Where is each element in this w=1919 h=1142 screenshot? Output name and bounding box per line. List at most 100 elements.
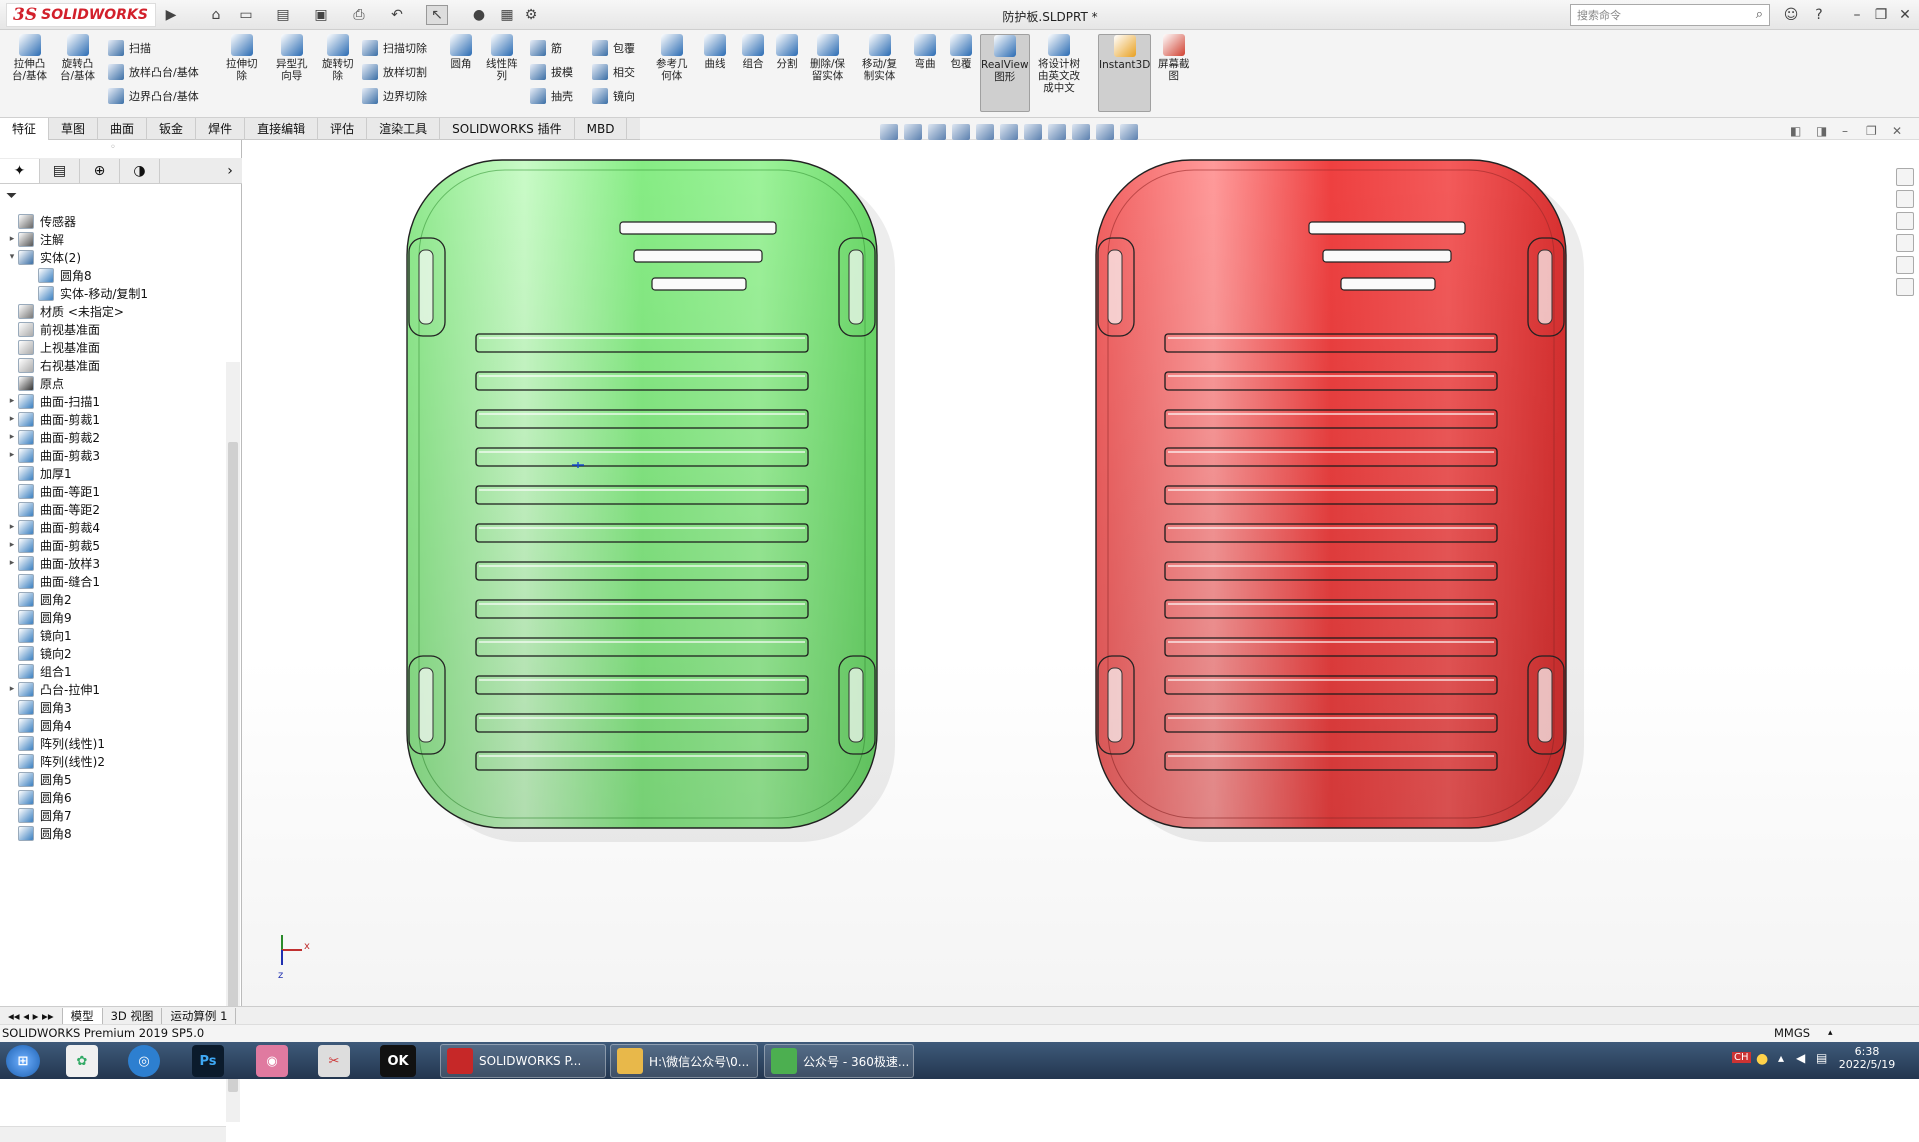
network-icon[interactable]: ▤	[1816, 1051, 1827, 1065]
screenshot-button[interactable]: 屏幕截图	[1158, 34, 1190, 82]
tree-node[interactable]: 曲面-缝合1	[0, 572, 226, 590]
tab-1[interactable]: 草图	[49, 118, 99, 140]
graphics-area[interactable]: x z	[242, 140, 1919, 1006]
display-manager-tab-icon[interactable]: ◑	[120, 158, 160, 183]
tree-node[interactable]: 阵列(线性)1	[0, 734, 226, 752]
view-palette-icon[interactable]	[1896, 234, 1914, 252]
volume-icon[interactable]: ◀	[1796, 1051, 1805, 1065]
file-properties-icon[interactable]: ▦	[496, 5, 518, 25]
app-icon-1[interactable]: ✿	[66, 1045, 98, 1077]
tree-node[interactable]: 加厚1	[0, 464, 226, 482]
tree-node[interactable]: 圆角2	[0, 590, 226, 608]
tree-node[interactable]: 圆角8	[0, 824, 226, 842]
input-language[interactable]: CH	[1732, 1052, 1751, 1063]
split-button[interactable]: 分割	[776, 34, 798, 70]
home-icon[interactable]: ⌂	[205, 5, 227, 25]
user-icon[interactable]: ☺	[1780, 5, 1802, 25]
save-icon[interactable]: ▣	[310, 5, 332, 25]
tree-to-doc-button[interactable]: 将设计树 由英文改 成中文	[1038, 34, 1080, 94]
options-gear-icon[interactable]: ⚙	[520, 5, 542, 25]
nav-arrows[interactable]: ◂◂ ◂ ▸ ▸▸	[0, 1007, 63, 1024]
taskbar-task[interactable]: SOLIDWORKS P...	[440, 1044, 606, 1078]
boundary-boss-button[interactable]: 边界凸台/基体	[108, 86, 199, 106]
tray-expand-icon[interactable]: ▴	[1778, 1051, 1784, 1065]
tree-horizontal-scrollbar[interactable]	[0, 1126, 226, 1142]
tab-0[interactable]: 特征	[0, 118, 50, 140]
new-document-icon[interactable]: ▭	[235, 5, 257, 25]
menu-arrow-icon[interactable]: ▶	[160, 5, 182, 25]
tree-node[interactable]: 镜向2	[0, 644, 226, 662]
minimize-window-icon[interactable]: –	[1846, 5, 1868, 25]
reference-geometry-button[interactable]: 参考几 何体	[656, 34, 688, 82]
draft-button[interactable]: 拔模	[530, 62, 573, 82]
tree-node[interactable]: 阵列(线性)2	[0, 752, 226, 770]
tree-node[interactable]: 圆角5	[0, 770, 226, 788]
tree-node[interactable]: ▸ 曲面-剪裁1	[0, 410, 226, 428]
tree-node[interactable]: 上视基准面	[0, 338, 226, 356]
zoom-area-icon[interactable]	[904, 124, 922, 140]
tab-3[interactable]: 钣金	[147, 118, 197, 140]
tray-icon-1[interactable]: ●	[1756, 1051, 1768, 1067]
tree-node[interactable]: 材质 <未指定>	[0, 302, 226, 320]
tree-node[interactable]: ▸ 凸台-拉伸1	[0, 680, 226, 698]
filter-icon[interactable]: ⏷	[6, 188, 26, 206]
model-view[interactable]: x z	[242, 140, 1919, 1006]
tree-node[interactable]: ▸ 注解	[0, 230, 226, 248]
flex-button[interactable]: 弯曲	[914, 34, 936, 70]
hole-wizard-button[interactable]: 异型孔 向导	[276, 34, 308, 82]
tree-node[interactable]: 组合1	[0, 662, 226, 680]
tab-8[interactable]: SOLIDWORKS 插件	[440, 118, 575, 140]
solidworks-logo[interactable]: 3S SOLIDWORKS	[6, 3, 156, 27]
expand-toggle-icon[interactable]: ▾	[6, 252, 18, 262]
tab-4[interactable]: 焊件	[196, 118, 246, 140]
file-explorer-icon[interactable]	[1896, 212, 1914, 230]
swept-cut-button[interactable]: 扫描切除	[362, 38, 427, 58]
wrap-button[interactable]: 包覆	[950, 34, 972, 70]
tree-node[interactable]: 原点	[0, 374, 226, 392]
doc-close-icon[interactable]: ✕	[1892, 124, 1902, 138]
apply-scene-icon[interactable]	[1096, 124, 1114, 140]
wrap-small-button[interactable]: 包覆	[592, 38, 635, 58]
delete-keep-body-button[interactable]: 删除/保 留实体	[810, 34, 845, 82]
configuration-manager-tab-icon[interactable]: ⊕	[80, 158, 120, 183]
expand-toggle-icon[interactable]: ▸	[6, 450, 18, 460]
tree-node[interactable]: 圆角4	[0, 716, 226, 734]
design-library-icon[interactable]	[1896, 190, 1914, 208]
zoom-fit-icon[interactable]	[880, 124, 898, 140]
taskbar-task[interactable]: H:\微信公众号\0...	[610, 1044, 758, 1078]
expand-toggle-icon[interactable]: ▸	[6, 684, 18, 694]
tab-2[interactable]: 曲面	[98, 118, 148, 140]
realview-button[interactable]: RealView 图形	[980, 34, 1030, 112]
restore-window-icon[interactable]: ❐	[1870, 5, 1892, 25]
boundary-cut-button[interactable]: 边界切除	[362, 86, 427, 106]
tree-node[interactable]: ▸ 曲面-放样3	[0, 554, 226, 572]
appearances-icon[interactable]	[1896, 256, 1914, 274]
tab-7[interactable]: 渲染工具	[367, 118, 441, 140]
property-manager-tab-icon[interactable]: ▤	[40, 158, 80, 183]
tree-node[interactable]: 曲面-等距1	[0, 482, 226, 500]
tree-node[interactable]: ▸ 曲面-剪裁2	[0, 428, 226, 446]
red-guard-plate[interactable]	[1095, 159, 1584, 842]
undo-icon[interactable]: ↶	[386, 5, 408, 25]
clock[interactable]: 6:38 2022/5/19	[1838, 1045, 1896, 1071]
section-view-icon[interactable]	[952, 124, 970, 140]
solidworks-resources-icon[interactable]	[1896, 168, 1914, 186]
scrollbar-thumb[interactable]	[228, 442, 238, 1092]
close-window-icon[interactable]: ✕	[1894, 5, 1916, 25]
bottom-tab-1[interactable]: 3D 视图	[103, 1007, 163, 1024]
expand-toggle-icon[interactable]: ▸	[6, 414, 18, 424]
view-orientation-icon[interactable]	[1000, 124, 1018, 140]
tree-node[interactable]: 前视基准面	[0, 320, 226, 338]
curves-button[interactable]: 曲线	[704, 34, 726, 70]
combine-button[interactable]: 组合	[742, 34, 764, 70]
tree-node[interactable]: 圆角7	[0, 806, 226, 824]
extrude-boss-button[interactable]: 拉伸凸 台/基体	[12, 34, 47, 82]
doc-restore-icon[interactable]: ❐	[1866, 124, 1877, 138]
bottom-tab-0[interactable]: 模型	[62, 1007, 103, 1024]
tree-node[interactable]: 圆角6	[0, 788, 226, 806]
view-settings-icon[interactable]	[1120, 124, 1138, 140]
tab-5[interactable]: 直接编辑	[245, 118, 319, 140]
photoshop-icon[interactable]: Ps	[192, 1045, 224, 1077]
app-icon-2[interactable]: ◉	[256, 1045, 288, 1077]
select-pointer-icon[interactable]: ↖	[426, 5, 448, 25]
